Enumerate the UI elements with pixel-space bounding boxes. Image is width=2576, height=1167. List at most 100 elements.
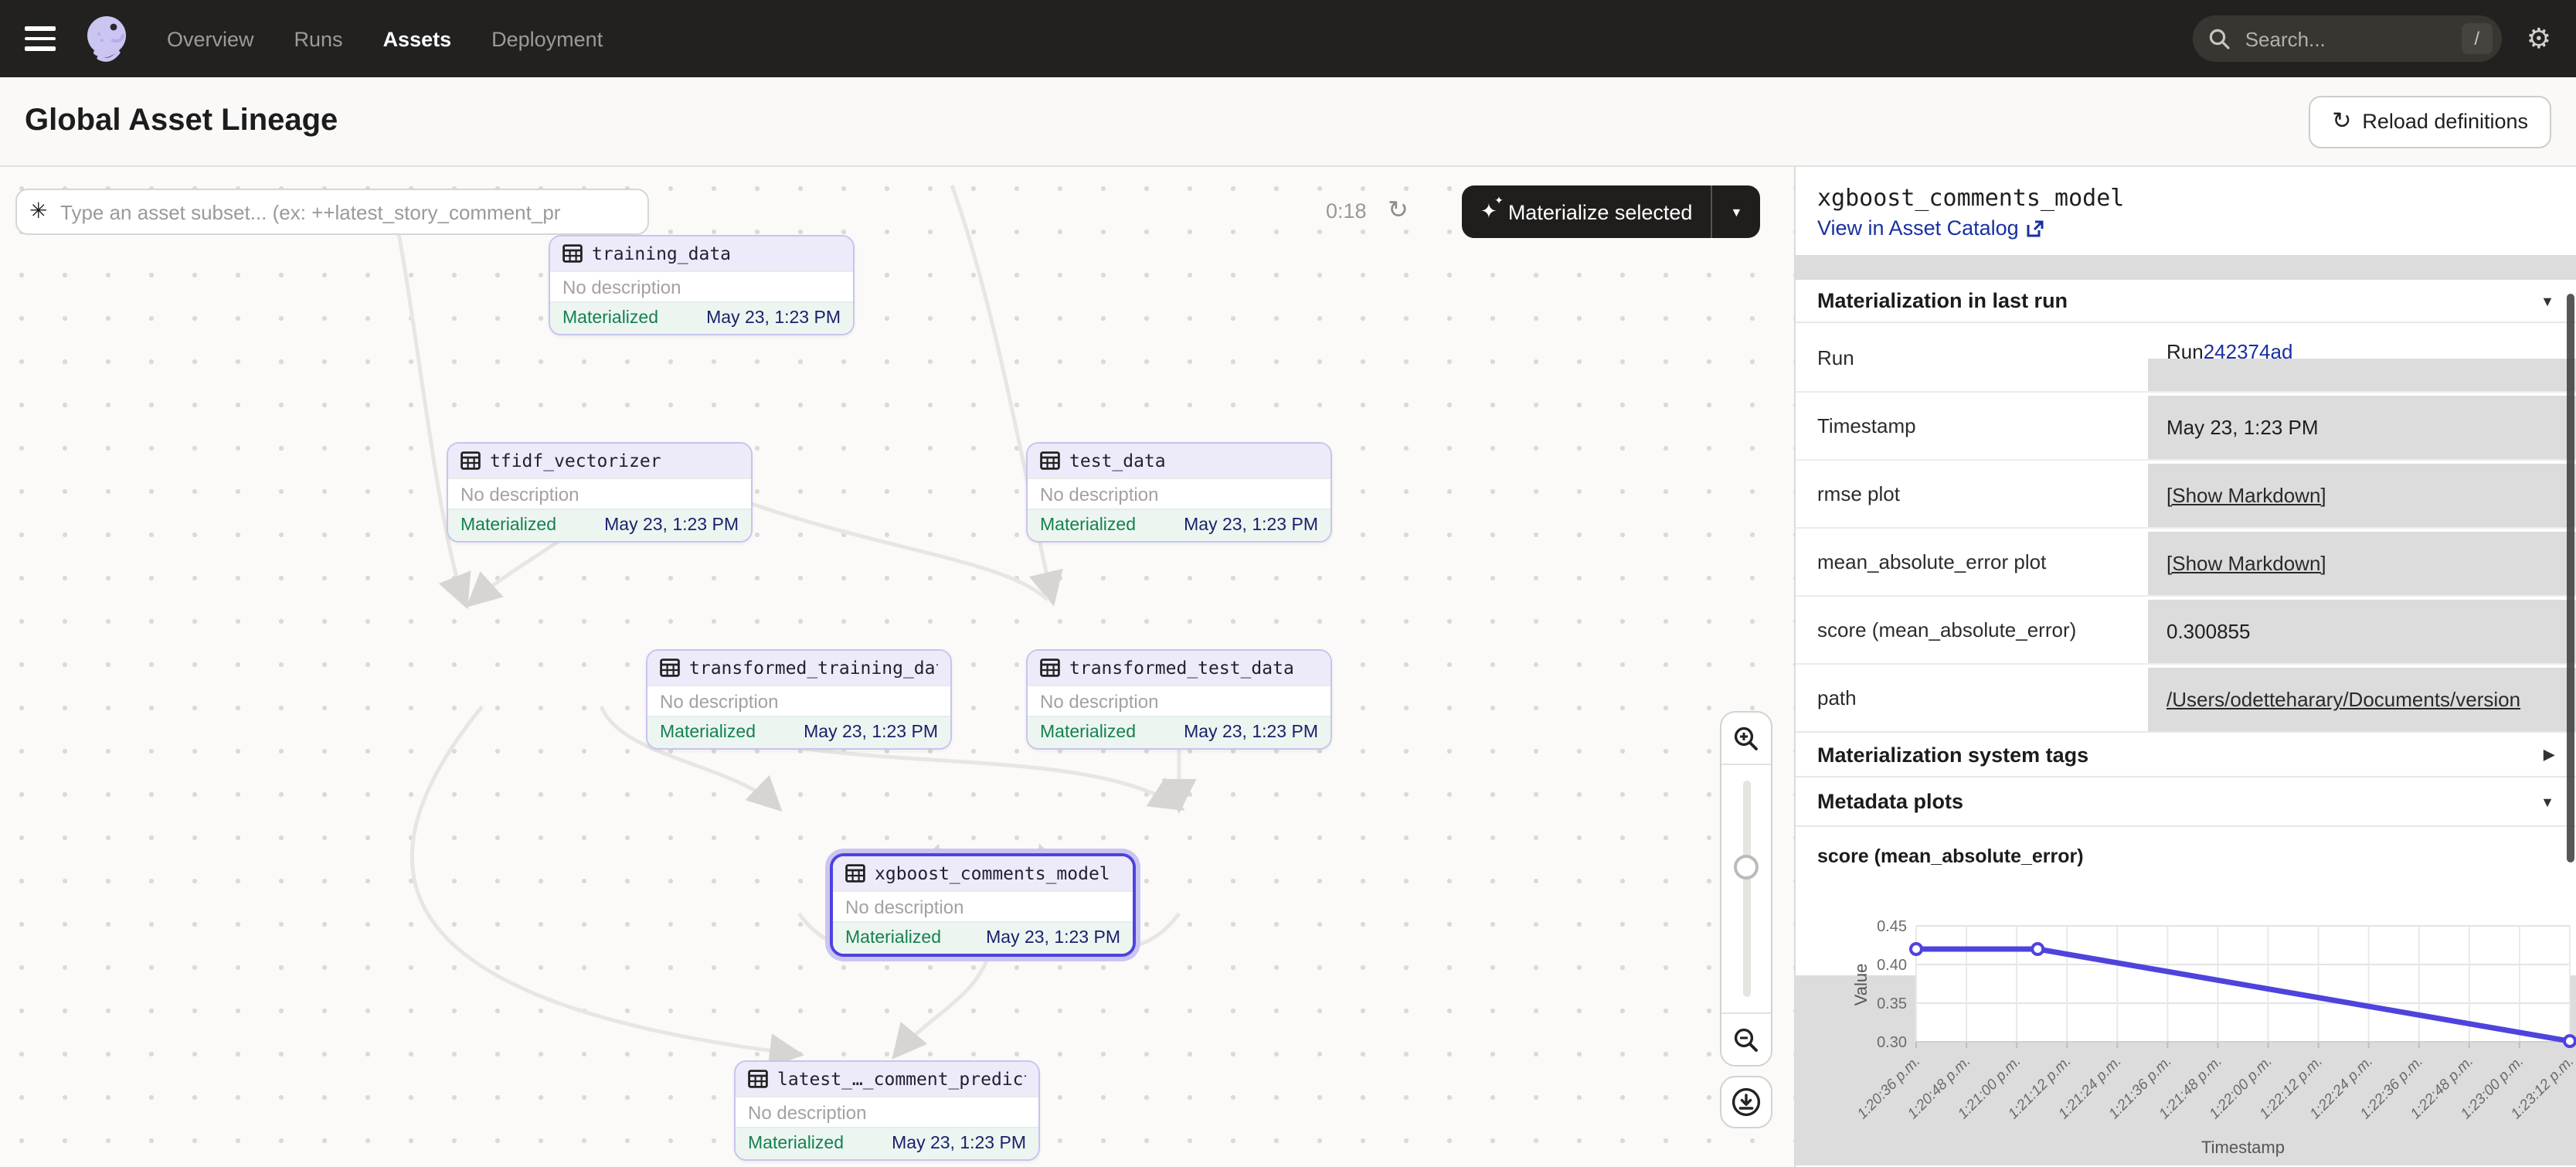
materialized-timestamp: May 23, 1:23 PM	[1184, 516, 1318, 535]
metadata-key: mean_absolute_error plot	[1796, 529, 2148, 595]
table-icon	[1040, 451, 1060, 470]
asset-name: latest_…_comment_predictions	[777, 1068, 1026, 1090]
materialized-timestamp: May 23, 1:23 PM	[604, 516, 739, 535]
zoom-controls	[1720, 711, 1772, 1067]
metadata-row: TimestampMay 23, 1:23 PM	[1796, 391, 2576, 459]
metadata-key: score (mean_absolute_error)	[1796, 597, 2148, 663]
asset-node-xgboost_comments_model[interactable]: xgboost_comments_model No descriptionMate…	[830, 853, 1136, 957]
reload-icon: ↻	[2332, 110, 2351, 133]
materialized-status: Materialized	[1040, 723, 1136, 742]
zoom-in-button[interactable]	[1721, 713, 1771, 765]
asset-node-training_data[interactable]: training_dataNo descriptionMaterializedM…	[549, 235, 855, 335]
metadata-row: path/Users/odetteharary/Documents/versio…	[1796, 663, 2576, 731]
asset-description: No description	[647, 685, 950, 716]
refresh-icon[interactable]: ↻	[1388, 195, 1409, 226]
zoom-slider-handle[interactable]	[1734, 855, 1759, 880]
nav-tab-deployment[interactable]: Deployment	[491, 27, 603, 50]
table-icon	[1040, 658, 1060, 677]
asset-filter-input[interactable]	[15, 189, 649, 235]
section-materialization-system-tags[interactable]: Materialization system tags ▶	[1796, 731, 2576, 777]
view-in-asset-catalog-link[interactable]: View in Asset Catalog	[1817, 216, 2045, 240]
materialized-timestamp: May 23, 1:23 PM	[1184, 723, 1318, 742]
materialized-timestamp: May 23, 1:23 PM	[986, 929, 1120, 948]
global-search-input[interactable]	[2242, 26, 2412, 52]
asset-name: transformed_training_data	[689, 657, 938, 679]
reload-definitions-button[interactable]: ↻ Reload definitions	[2309, 95, 2551, 148]
search-shortcut-badge: /	[2462, 23, 2493, 54]
asset-node-tfidf_vectorizer[interactable]: tfidf_vectorizerNo descriptionMaterializ…	[447, 442, 753, 543]
table-icon	[562, 244, 583, 263]
metadata-value: May 23, 1:23 PM	[2148, 393, 2576, 459]
asset-description: No description	[1028, 685, 1330, 716]
nav-tab-overview[interactable]: Overview	[167, 27, 254, 50]
asset-node-transformed_training_data[interactable]: transformed_training_dataNo descriptionM…	[646, 649, 952, 750]
svg-text:0.30: 0.30	[1877, 1034, 1907, 1051]
asset-name: xgboost_comments_model	[875, 862, 1110, 884]
hamburger-menu-icon[interactable]	[25, 27, 56, 51]
metric-plot-title: score (mean_absolute_error)	[1817, 845, 2554, 867]
zoom-out-button[interactable]	[1721, 1012, 1771, 1065]
asset-description: No description	[550, 270, 853, 301]
svg-text:Value: Value	[1851, 964, 1871, 1006]
materialized-timestamp: May 23, 1:23 PM	[804, 723, 938, 742]
asset-node-header: xgboost_comments_model	[833, 856, 1133, 890]
settings-gear-icon[interactable]: ⚙	[2527, 25, 2551, 53]
svg-text:0.40: 0.40	[1877, 957, 1907, 974]
metadata-key: Timestamp	[1796, 393, 2148, 459]
asset-node-test_data[interactable]: test_dataNo description Materialized May 2…	[1026, 442, 1332, 543]
metadata-row: rmse plot [Show Markdown]	[1796, 459, 2576, 527]
table-icon	[845, 864, 865, 883]
asset-node-latest_…_comment_predictions[interactable]: latest_…_comment_predictions No descripti…	[734, 1060, 1040, 1161]
asset-node-transformed_test_data[interactable]: transformed_test_dataNo descriptionMater…	[1026, 649, 1332, 750]
table-icon	[460, 451, 481, 470]
metadata-value-link[interactable]: [Show Markdown]	[2166, 484, 2326, 507]
page-title: Global Asset Lineage	[25, 104, 338, 139]
materialize-selected-button[interactable]: ✦✦ Materialize selected ▼	[1462, 185, 1760, 238]
zoom-slider-track[interactable]	[1743, 781, 1751, 997]
asset-status-row: MaterializedMay 23, 1:23 PM	[833, 921, 1133, 954]
materialized-timestamp: May 23, 1:23 PM	[892, 1135, 1026, 1153]
metadata-key: rmse plot	[1796, 461, 2148, 527]
app-window: Overview Runs Assets Deployment / ⚙ Glob…	[0, 0, 2576, 1167]
asset-status-row: Materialized May 23, 1:23 PM	[1028, 716, 1330, 748]
metadata-value: [Show Markdown]	[2148, 461, 2576, 527]
nav-tab-assets[interactable]: Assets	[383, 27, 452, 50]
asset-description: No description	[736, 1096, 1038, 1127]
svg-text:0.35: 0.35	[1877, 995, 1907, 1012]
asset-description: No description	[1028, 478, 1330, 509]
primary-nav-tabs: Overview Runs Assets Deployment	[167, 27, 603, 50]
global-search[interactable]: /	[2193, 15, 2502, 62]
panel-scrollbar-thumb[interactable]	[2567, 294, 2574, 862]
materialize-dropdown-caret[interactable]: ▼	[1711, 185, 1760, 238]
asset-status-row: MaterializedMay 23, 1:23 PM	[448, 509, 751, 541]
asset-status-row: Materialized May 23, 1:23 PM	[736, 1127, 1038, 1159]
materialized-status: Materialized	[1040, 516, 1136, 535]
asset-description: No description	[833, 890, 1133, 921]
dagster-logo[interactable]	[80, 12, 133, 65]
asset-status-row: MaterializedMay 23, 1:23 PM	[647, 716, 950, 748]
download-graph-button[interactable]	[1720, 1076, 1772, 1128]
asset-status-row: Materialized May 23, 1:23 PM	[1028, 509, 1330, 541]
metadata-value-link[interactable]: [Show Markdown]	[2166, 552, 2326, 575]
asset-status-row: Materialized May 23, 1:23 PM	[550, 301, 853, 334]
nav-tab-runs[interactable]: Runs	[294, 27, 343, 50]
svg-text:Timestamp: Timestamp	[2201, 1138, 2285, 1157]
metadata-row: mean_absolute_error plot [Show Markdown]	[1796, 527, 2576, 595]
asset-description: No description	[448, 478, 751, 509]
asset-node-header: test_data	[1028, 444, 1330, 478]
metadata-value-link[interactable]: 242374ad	[2204, 340, 2293, 363]
zoom-slider[interactable]	[1721, 765, 1771, 1012]
selection-highlight-band	[1796, 255, 2576, 280]
materialized-status: Materialized	[562, 309, 658, 328]
asset-node-header: transformed_training_data	[647, 651, 950, 685]
metadata-row: score (mean_absolute_error)0.300855	[1796, 595, 2576, 663]
materialized-status: Materialized	[748, 1135, 844, 1153]
materialized-timestamp: May 23, 1:23 PM	[706, 309, 841, 328]
metadata-value-link[interactable]: /Users/odetteharary/Documents/version	[2166, 688, 2520, 711]
asset-lineage-canvas[interactable]: training_dataNo descriptionMaterializedM…	[0, 167, 1796, 1167]
chevron-down-icon: ▼	[2540, 794, 2554, 809]
section-materialization-in-last-run[interactable]: Materialization in last run ▼	[1796, 280, 2576, 323]
metadata-row: RunRun 242374ad	[1796, 323, 2576, 391]
table-icon	[748, 1070, 768, 1088]
section-metadata-plots[interactable]: Metadata plots ▼	[1796, 777, 2576, 827]
